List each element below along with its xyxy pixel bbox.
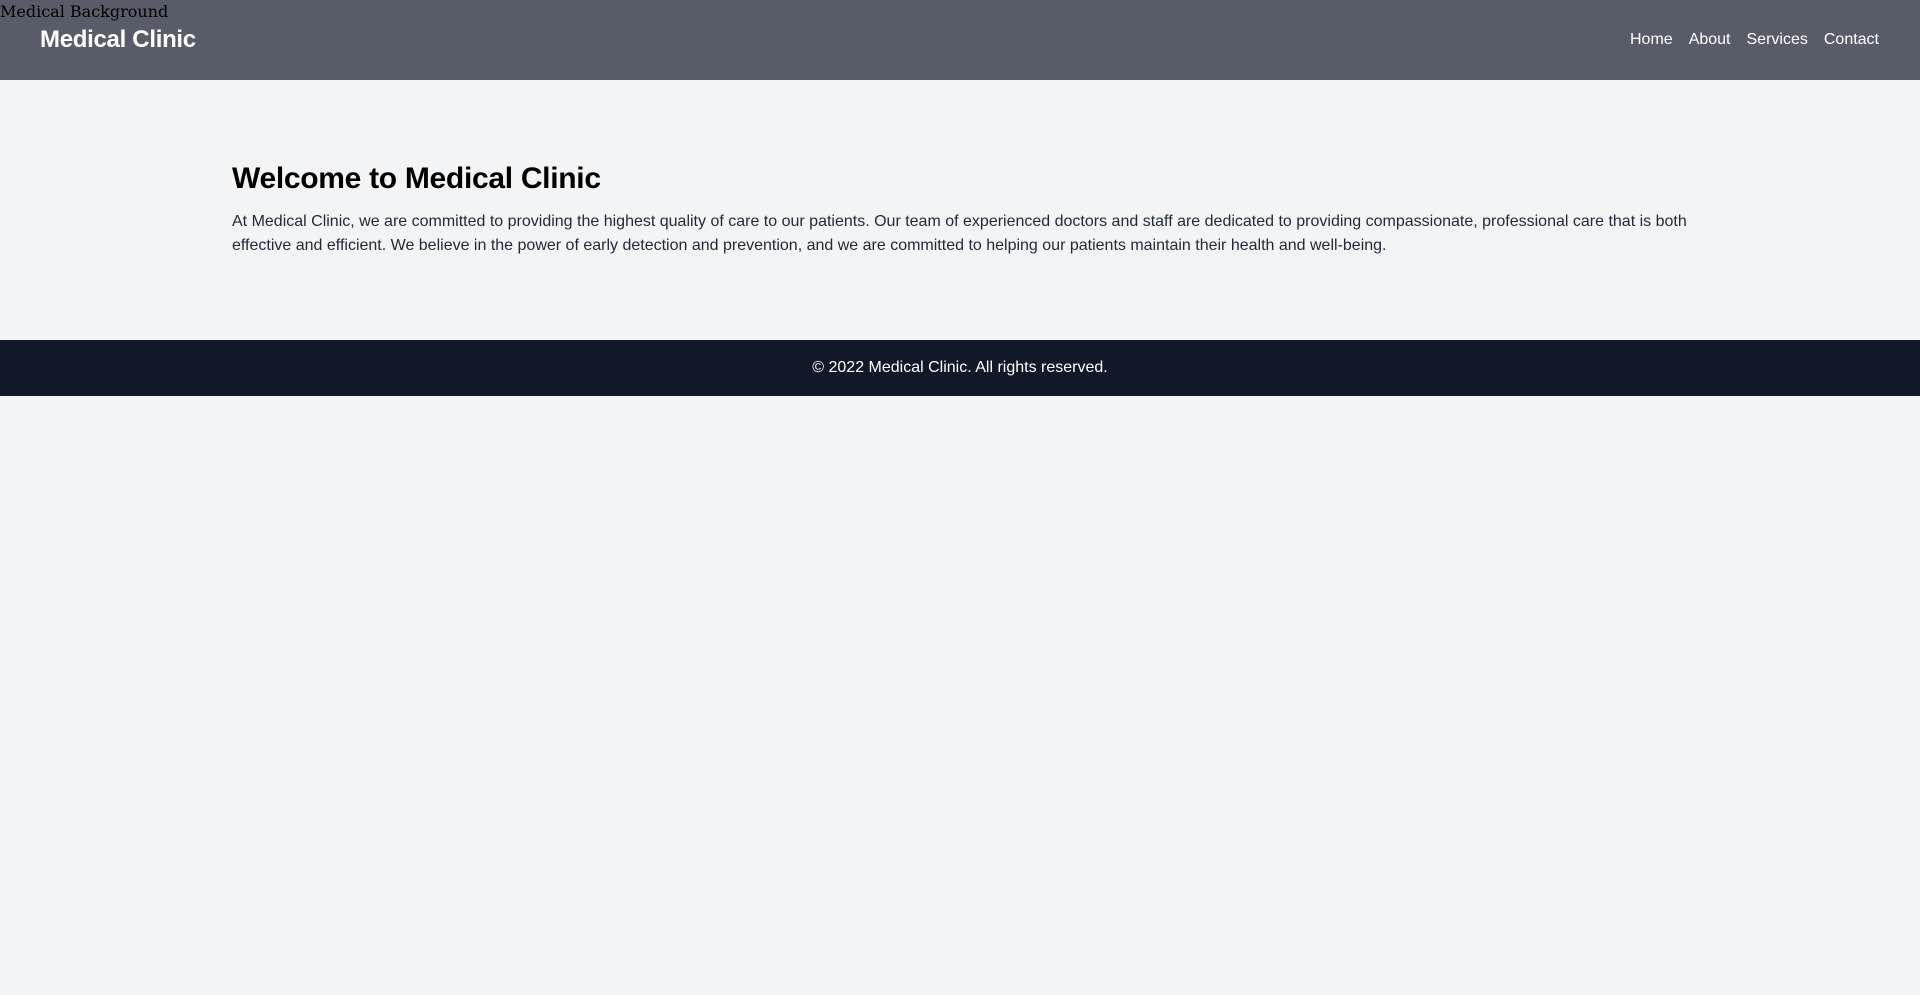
background-image-alt-text: Medical Background xyxy=(0,2,169,21)
brand-logo-text[interactable]: Medical Clinic xyxy=(40,26,196,54)
nav-link-home[interactable]: Home xyxy=(1630,31,1673,49)
footer: © 2022 Medical Clinic. All rights reserv… xyxy=(0,340,1920,396)
navbar: Medical Clinic Home About Services Conta… xyxy=(0,0,1920,80)
nav-link-services[interactable]: Services xyxy=(1747,31,1808,49)
nav-link-about[interactable]: About xyxy=(1689,31,1731,49)
copyright-text: © 2022 Medical Clinic. All rights reserv… xyxy=(812,359,1108,376)
nav-link-contact[interactable]: Contact xyxy=(1824,31,1879,49)
welcome-paragraph: At Medical Clinic, we are committed to p… xyxy=(232,213,1687,254)
nav-links: Home About Services Contact xyxy=(1630,31,1880,49)
page-title: Welcome to Medical Clinic xyxy=(232,162,601,195)
page: Medical Background Medical Clinic Home A… xyxy=(0,0,1920,995)
welcome-section: Welcome to Medical Clinic At Medical Cli… xyxy=(232,160,1688,258)
